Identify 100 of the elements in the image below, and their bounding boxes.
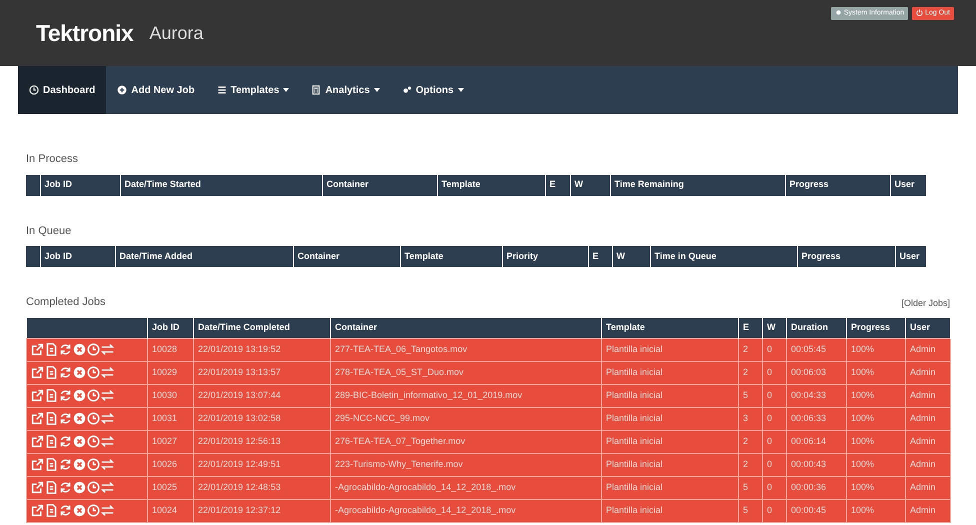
column-header: E bbox=[545, 174, 570, 196]
cancel-icon[interactable] bbox=[73, 366, 86, 380]
table-cell: 5 bbox=[738, 500, 762, 522]
table-cell: 0 bbox=[762, 430, 786, 454]
power-icon bbox=[916, 9, 924, 16]
column-header: Time in Queue bbox=[650, 246, 797, 267]
document-icon[interactable] bbox=[45, 458, 58, 472]
table-cell: 100% bbox=[846, 500, 906, 522]
document-icon[interactable] bbox=[45, 435, 58, 448]
column-header: Progress bbox=[797, 246, 895, 267]
table-cell: 278-TEA-TEA_05_ST_Duo.mov bbox=[330, 362, 602, 384]
nav-tab[interactable]: Analytics bbox=[300, 66, 391, 114]
column-header: Container bbox=[293, 246, 400, 267]
table-cell: Admin bbox=[906, 476, 950, 500]
clock-icon[interactable] bbox=[87, 504, 100, 518]
clock-icon[interactable] bbox=[87, 481, 100, 494]
document-icon[interactable] bbox=[45, 412, 58, 426]
section-title: In Process bbox=[26, 152, 79, 167]
table-cell: 100% bbox=[846, 476, 906, 500]
logo: Tektronix bbox=[36, 18, 134, 48]
document-icon[interactable] bbox=[45, 389, 58, 402]
refresh-icon[interactable] bbox=[59, 366, 72, 380]
caret-icon bbox=[458, 88, 464, 92]
edit-icon[interactable] bbox=[31, 389, 44, 402]
document-icon[interactable] bbox=[45, 481, 58, 494]
cancel-icon[interactable] bbox=[73, 481, 86, 494]
cancel-icon[interactable] bbox=[73, 412, 86, 426]
nav-tab[interactable]: Dashboard bbox=[18, 66, 106, 114]
nav-tab[interactable]: Options bbox=[390, 66, 475, 114]
clock-icon[interactable] bbox=[87, 435, 100, 448]
column-header: Template bbox=[437, 174, 545, 196]
cancel-icon[interactable] bbox=[73, 435, 86, 448]
table-cell: Plantilla inicial bbox=[602, 338, 738, 362]
swap-icon[interactable] bbox=[101, 412, 114, 426]
table-cell: Plantilla inicial bbox=[602, 384, 738, 408]
refresh-icon[interactable] bbox=[59, 343, 72, 356]
edit-icon[interactable] bbox=[31, 458, 44, 472]
refresh-icon[interactable] bbox=[59, 412, 72, 426]
edit-icon[interactable] bbox=[31, 412, 44, 426]
table-cell: 00:05:45 bbox=[786, 338, 846, 362]
column-header: Date/Time Completed bbox=[194, 318, 330, 338]
refresh-icon[interactable] bbox=[59, 481, 72, 494]
table-cell: 00:00:45 bbox=[786, 500, 846, 522]
refresh-icon[interactable] bbox=[59, 389, 72, 402]
edit-icon[interactable] bbox=[31, 343, 44, 356]
swap-icon[interactable] bbox=[101, 366, 114, 380]
older-jobs-link[interactable]: [Older Jobs] bbox=[901, 297, 950, 310]
swap-icon[interactable] bbox=[101, 389, 114, 402]
document-icon[interactable] bbox=[45, 343, 58, 356]
table-cell: 22/01/2019 12:37:12 bbox=[194, 500, 330, 522]
clock-icon[interactable] bbox=[87, 343, 100, 356]
column-header: User bbox=[895, 246, 926, 267]
table-cell: Admin bbox=[906, 384, 950, 408]
refresh-icon[interactable] bbox=[59, 458, 72, 472]
table-cell: 2 bbox=[738, 430, 762, 454]
cancel-icon[interactable] bbox=[73, 458, 86, 472]
table-cell: 0 bbox=[762, 454, 786, 476]
swap-icon[interactable] bbox=[101, 504, 114, 518]
column-header: E bbox=[588, 246, 612, 267]
table-cell: 277-TEA-TEA_06_Tangotos.mov bbox=[330, 338, 602, 362]
swap-icon[interactable] bbox=[101, 435, 114, 448]
column-header: Progress bbox=[846, 318, 906, 338]
clock-icon[interactable] bbox=[87, 458, 100, 472]
edit-icon[interactable] bbox=[31, 366, 44, 380]
column-header: Progress bbox=[785, 174, 890, 196]
column-header: User bbox=[890, 174, 926, 196]
table-cell: 00:06:03 bbox=[786, 362, 846, 384]
document-icon[interactable] bbox=[45, 366, 58, 380]
edit-icon[interactable] bbox=[31, 504, 44, 518]
document-icon[interactable] bbox=[45, 504, 58, 518]
swap-icon[interactable] bbox=[101, 481, 114, 494]
column-header: Container bbox=[322, 174, 437, 196]
refresh-icon[interactable] bbox=[59, 435, 72, 448]
nav-tab[interactable]: Templates bbox=[206, 66, 300, 114]
table-cell: Admin bbox=[906, 454, 950, 476]
table-cell: 0 bbox=[762, 500, 786, 522]
clock-icon[interactable] bbox=[87, 389, 100, 402]
table-cell: 00:00:43 bbox=[786, 454, 846, 476]
swap-icon[interactable] bbox=[101, 458, 114, 472]
table-cell: 2 bbox=[738, 338, 762, 362]
section-title: Completed Jobs bbox=[26, 295, 106, 310]
table-cell: 2 bbox=[738, 362, 762, 384]
table-cell: 0 bbox=[762, 362, 786, 384]
table-cell: 00:06:14 bbox=[786, 430, 846, 454]
edit-icon[interactable] bbox=[31, 435, 44, 448]
nav-tab[interactable]: Add New Job bbox=[106, 66, 206, 114]
cancel-icon[interactable] bbox=[73, 504, 86, 518]
edit-icon[interactable] bbox=[31, 481, 44, 494]
cancel-icon[interactable] bbox=[73, 343, 86, 356]
column-header: Job ID bbox=[40, 174, 120, 196]
cancel-icon[interactable] bbox=[73, 389, 86, 402]
clock-icon[interactable] bbox=[87, 366, 100, 380]
table-cell: 100% bbox=[846, 408, 906, 430]
swap-icon[interactable] bbox=[101, 343, 114, 356]
refresh-icon[interactable] bbox=[59, 504, 72, 518]
table-cell: 100% bbox=[846, 384, 906, 408]
table-cell: Plantilla inicial bbox=[602, 500, 738, 522]
column-header: W bbox=[612, 246, 650, 267]
table-cell: 10024 bbox=[148, 500, 194, 522]
clock-icon[interactable] bbox=[87, 412, 100, 426]
